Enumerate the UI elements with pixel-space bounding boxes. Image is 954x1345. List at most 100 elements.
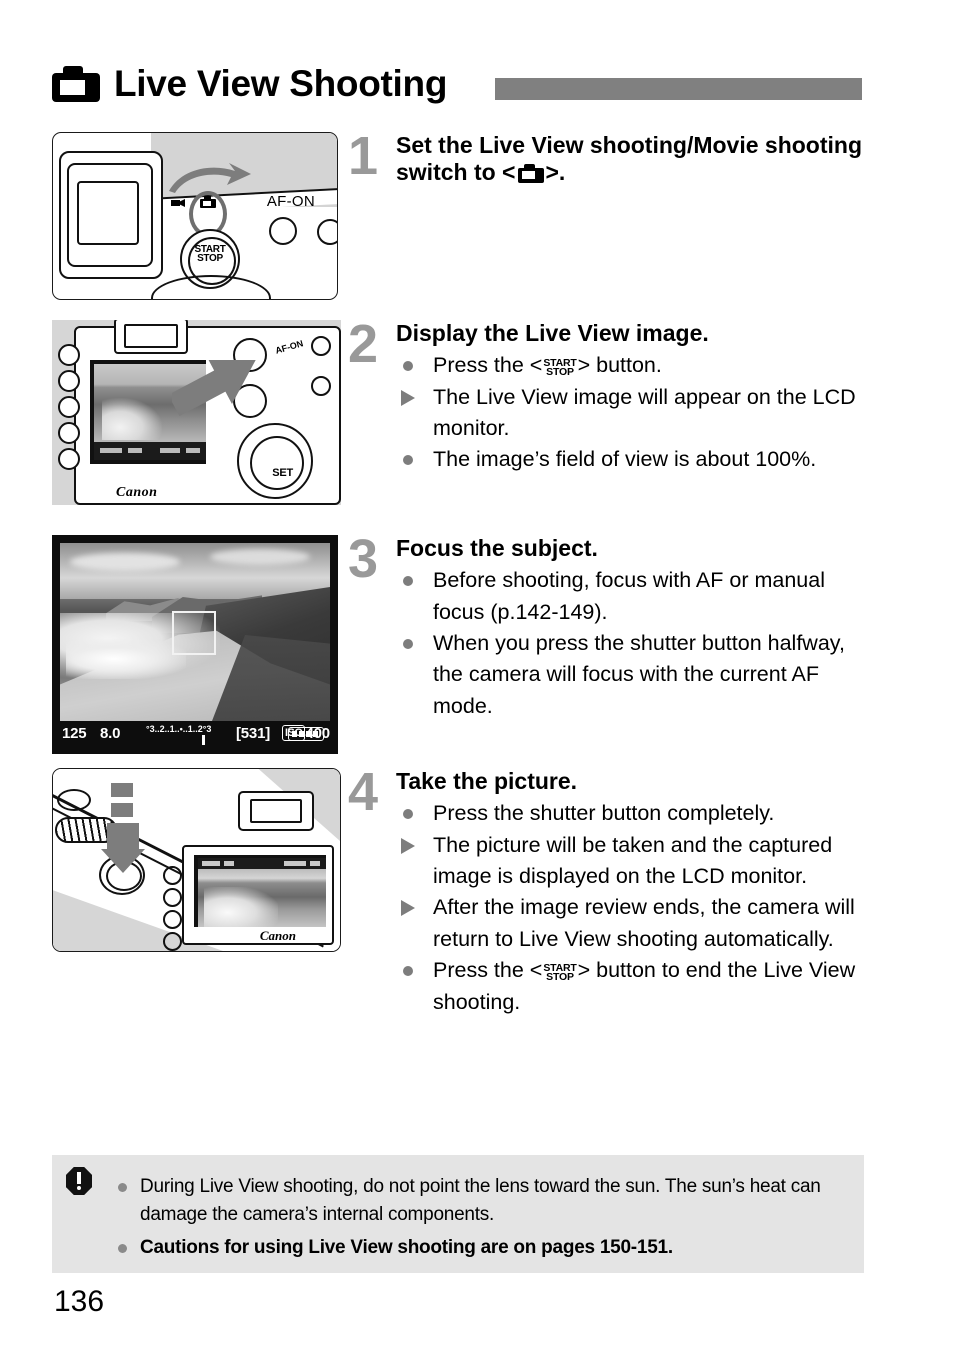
ae-lock-button [317,219,337,245]
shutter-speed-value: 125 [62,725,87,742]
exposure-indicator [202,735,205,745]
step-1-body: 1 Set the Live View shooting/Movie shoot… [348,126,864,190]
bullet-post: > button. [577,353,662,378]
lcd-info-readout: 125 8.0 °3..2..1..•..1..2°3 [531] ISO 400 [60,722,330,748]
aperture-value: 8.0 [100,725,121,742]
caution-item: During Live View shooting, do not point … [112,1173,852,1228]
brand-logo: Canon [259,928,296,943]
page-number: 136 [54,1285,105,1318]
bullet-dot-icon [118,1183,127,1192]
af-point-frame [172,611,216,655]
bullet-text: Press the shutter button completely. [433,801,775,826]
step-4-bullets: Press the shutter button completely. The… [396,798,864,1018]
bullet-item: Before shooting, focus with AF or manual… [396,565,864,628]
press-shutter-button-illustration: Canon [52,768,341,952]
bullet-item: The image’s field of view is about 100%. [396,444,864,475]
info-button [163,888,182,907]
set-button-label: SET [272,467,293,479]
lcd-monitor [194,855,326,927]
af-on-label: AF-ON [266,193,315,210]
press-down-arrow-icon [101,783,145,873]
caution-list: During Live View shooting, do not point … [112,1173,852,1262]
playback-button [163,910,182,929]
playback-button [58,422,80,444]
step-2-body: 2 Display the Live View image. Press the… [348,314,864,476]
live-view-photo [60,543,330,721]
camera-back-press-start-stop-illustration: AF-ON SET Canon [52,320,341,505]
camera-icon [517,164,544,184]
ae-lock-button [311,336,331,356]
brand-logo: Canon [116,485,158,500]
camera-position-icon [200,196,216,208]
quick-control-dial [151,275,271,299]
info-button [58,370,80,392]
step-3-bullets: Before shooting, focus with AF or manual… [396,565,864,722]
bullet-triangle-icon [401,900,415,917]
bullet-text: The Live View image will appear on the L… [433,384,856,441]
step-2-figure: AF-ON SET Canon [52,320,341,505]
start-stop-label: START STOP [194,244,226,264]
battery-full-icon [288,727,324,741]
bullet-item: The picture will be taken and the captur… [396,830,864,893]
start-stop-button-icon: START STOP [543,961,577,984]
step-1-title-pre: Set the Live View shooting/Movie shootin… [396,132,863,186]
movie-position-icon [171,199,185,207]
step-1-title: Set the Live View shooting/Movie shootin… [396,132,864,187]
bullet-pre: Press the < [433,353,543,378]
erase-button [58,448,80,470]
page-title: Live View Shooting [114,63,448,104]
bullet-pre: Press the < [433,958,543,983]
erase-button [163,932,182,951]
bullet-item: Press the < START STOP > button. [396,350,864,381]
caution-box: During Live View shooting, do not point … [52,1155,864,1273]
live-view-lcd-screen: 125 8.0 °3..2..1..•..1..2°3 [531] ISO 400 [52,535,338,754]
step-1-title-post: >. [545,159,566,186]
step-3-number: 3 [348,529,379,589]
step-2-title: Display the Live View image. [396,320,709,346]
header-rule-bar [495,78,862,100]
menu-button [163,866,182,885]
bullet-item: When you press the shutter button halfwa… [396,628,864,722]
bullet-text: The picture will be taken and the captur… [433,832,833,889]
camera-top-switch-illustration: START STOP AF-ON [52,132,338,300]
af-point-button [311,376,331,396]
picture-style-button [58,396,80,418]
bullet-text: When you press the shutter button halfwa… [433,631,845,718]
bullet-dot-icon [118,1244,127,1254]
warning-octagon-icon [66,1167,92,1195]
step-3-body: 3 Focus the subject. Before shooting, fo… [348,529,864,722]
menu-button [58,344,80,366]
af-on-button [269,217,297,245]
step-4-title: Take the picture. [396,768,578,794]
step-2-bullets: Press the < START STOP > button. The Live V… [396,350,864,476]
step-1-number: 1 [348,126,379,186]
exposure-level-scale: °3..2..1..•..1..2°3 [146,724,212,734]
mode-dial [57,789,91,811]
caution-text: During Live View shooting, do not point … [140,1176,821,1225]
bullet-dot-icon [403,455,413,466]
press-arrow-icon [172,360,256,417]
bullet-dot-icon [403,966,413,977]
bullet-dot-icon [403,576,413,587]
step-4-figure: Canon [52,768,341,952]
step-3-title: Focus the subject. [396,535,598,561]
rotate-arrow-icon [169,163,251,193]
bullet-triangle-icon [401,837,415,854]
bullet-item: The Live View image will appear on the L… [396,382,864,445]
bullet-item: Press the < START STOP > button to end the … [396,955,864,1018]
shots-remaining-value: [531] [236,725,271,742]
start-stop-button-icon: START STOP [543,356,577,379]
step-1-figure: START STOP AF-ON [52,132,338,300]
bullet-text: After the image review ends, the camera … [433,895,855,951]
bullet-text: Before shooting, focus with AF or manual… [433,568,825,624]
camera-icon [52,66,100,102]
step-4-number: 4 [348,762,379,822]
step-3-figure: 125 8.0 °3..2..1..•..1..2°3 [531] ISO 400 [52,535,338,754]
step-2-number: 2 [348,314,379,374]
bullet-text: The image’s field of view is about 100%. [433,447,817,472]
bullet-triangle-icon [401,389,415,406]
bullet-dot-icon [403,639,413,650]
quick-control-dial [237,423,313,499]
bullet-dot-icon [403,361,413,372]
bullet-item: After the image review ends, the camera … [396,892,864,955]
